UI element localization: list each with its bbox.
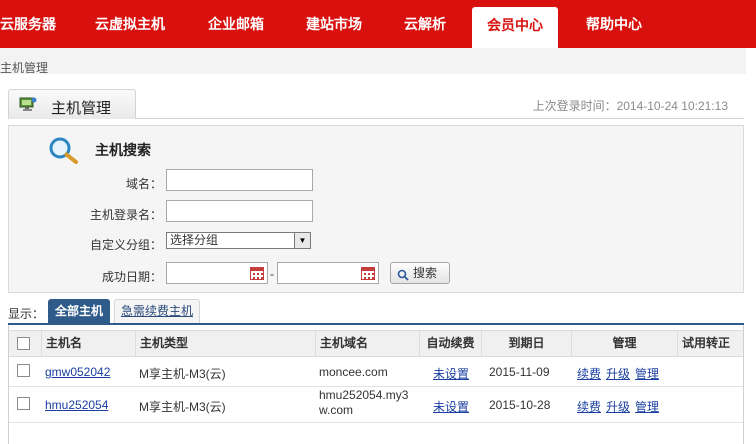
- host-domain: hmu252054.my3w.com: [319, 388, 409, 417]
- table-row: gmw052042 M享主机-M3(云) moncee.com 未设置 2015…: [9, 358, 743, 387]
- search-button-icon: [397, 267, 409, 281]
- panel-divider: [136, 118, 744, 119]
- renew-link[interactable]: 续费: [577, 365, 601, 382]
- last-login-time: 上次登录时间：2014-10-24 10:21:13: [532, 99, 728, 113]
- col-expire-date[interactable]: 到期日: [481, 331, 571, 356]
- domain-input[interactable]: [166, 169, 313, 191]
- auto-renew-link[interactable]: 未设置: [433, 365, 469, 382]
- search-title: 主机搜索: [95, 143, 151, 159]
- select-all-checkbox[interactable]: [17, 337, 30, 350]
- host-name-link[interactable]: hmu252054: [45, 398, 108, 412]
- col-manage[interactable]: 管理: [571, 331, 677, 356]
- host-domain: moncee.com: [319, 365, 388, 379]
- row-checkbox[interactable]: [17, 364, 30, 377]
- date-separator: -: [270, 267, 274, 281]
- nav-enterprise-mail[interactable]: 企业邮箱: [196, 0, 276, 48]
- calendar-icon[interactable]: [250, 267, 264, 280]
- group-label: 自定义分组：: [89, 238, 162, 252]
- host-login-input[interactable]: [166, 200, 313, 222]
- magnifier-icon: [47, 136, 81, 164]
- nav-cloud-server[interactable]: 云服务器: [0, 0, 60, 48]
- col-host-name[interactable]: 主机名: [41, 331, 135, 356]
- group-select-value: 选择分组: [170, 233, 219, 247]
- nav-help-center[interactable]: 帮助中心: [574, 0, 654, 48]
- date-label: 成功日期：: [101, 270, 162, 284]
- date-from-input[interactable]: [166, 262, 268, 284]
- upgrade-link[interactable]: 升级: [606, 398, 630, 415]
- expire-date: 2015-11-09: [489, 365, 550, 379]
- domain-label: 域名：: [125, 177, 162, 191]
- manage-link[interactable]: 管理: [635, 398, 659, 415]
- col-trial-convert[interactable]: 试用转正: [677, 331, 743, 356]
- host-type: M享主机-M3(云): [139, 400, 226, 414]
- date-to-input[interactable]: [277, 262, 379, 284]
- group-select[interactable]: 选择分组 ▼: [166, 232, 311, 249]
- col-host-domain[interactable]: 主机域名: [315, 331, 419, 356]
- renew-link[interactable]: 续费: [577, 398, 601, 415]
- table-row: hmu252054 M享主机-M3(云) hmu252054.my3w.com …: [9, 387, 743, 423]
- nav-site-market[interactable]: 建站市场: [294, 0, 374, 48]
- manage-link[interactable]: 管理: [635, 365, 659, 382]
- panel-title: 主机管理: [51, 99, 112, 117]
- search-button[interactable]: 搜索: [390, 262, 450, 284]
- col-host-type[interactable]: 主机类型: [135, 331, 315, 356]
- panel-title-tab: 主机管理: [8, 89, 136, 119]
- host-login-label: 主机登录名：: [89, 208, 162, 222]
- search-button-label: 搜索: [413, 266, 438, 280]
- show-label: 显示：: [8, 307, 45, 321]
- nav-cloud-dns[interactable]: 云解析: [392, 0, 458, 48]
- auto-renew-link[interactable]: 未设置: [433, 398, 469, 415]
- host-manage-icon: [19, 96, 37, 112]
- nav-member-center[interactable]: 会员中心: [472, 7, 558, 48]
- col-auto-renew[interactable]: 自动续费: [419, 331, 481, 356]
- calendar-icon[interactable]: [361, 267, 375, 280]
- host-table: 主机名 主机类型 主机域名 自动续费 到期日 管理 试用转正 gmw052042…: [8, 325, 744, 444]
- row-checkbox[interactable]: [17, 397, 30, 410]
- top-nav: 云服务器 云虚拟主机 企业邮箱 建站市场 云解析 会员中心 帮助中心: [0, 0, 756, 48]
- table-header: 主机名 主机类型 主机域名 自动续费 到期日 管理 试用转正: [9, 330, 743, 357]
- chevron-down-icon[interactable]: ▼: [294, 233, 310, 248]
- nav-virtual-host[interactable]: 云虚拟主机: [84, 0, 176, 48]
- host-type: M享主机-M3(云): [139, 367, 226, 381]
- sub-bar: [0, 48, 746, 74]
- tab-all-hosts[interactable]: 全部主机: [48, 299, 110, 323]
- host-name-link[interactable]: gmw052042: [45, 365, 110, 379]
- upgrade-link[interactable]: 升级: [606, 365, 630, 382]
- breadcrumb: 主机管理: [0, 61, 49, 75]
- expire-date: 2015-10-28: [489, 398, 551, 412]
- tab-urgent-renew-hosts[interactable]: 急需续费主机: [114, 299, 200, 323]
